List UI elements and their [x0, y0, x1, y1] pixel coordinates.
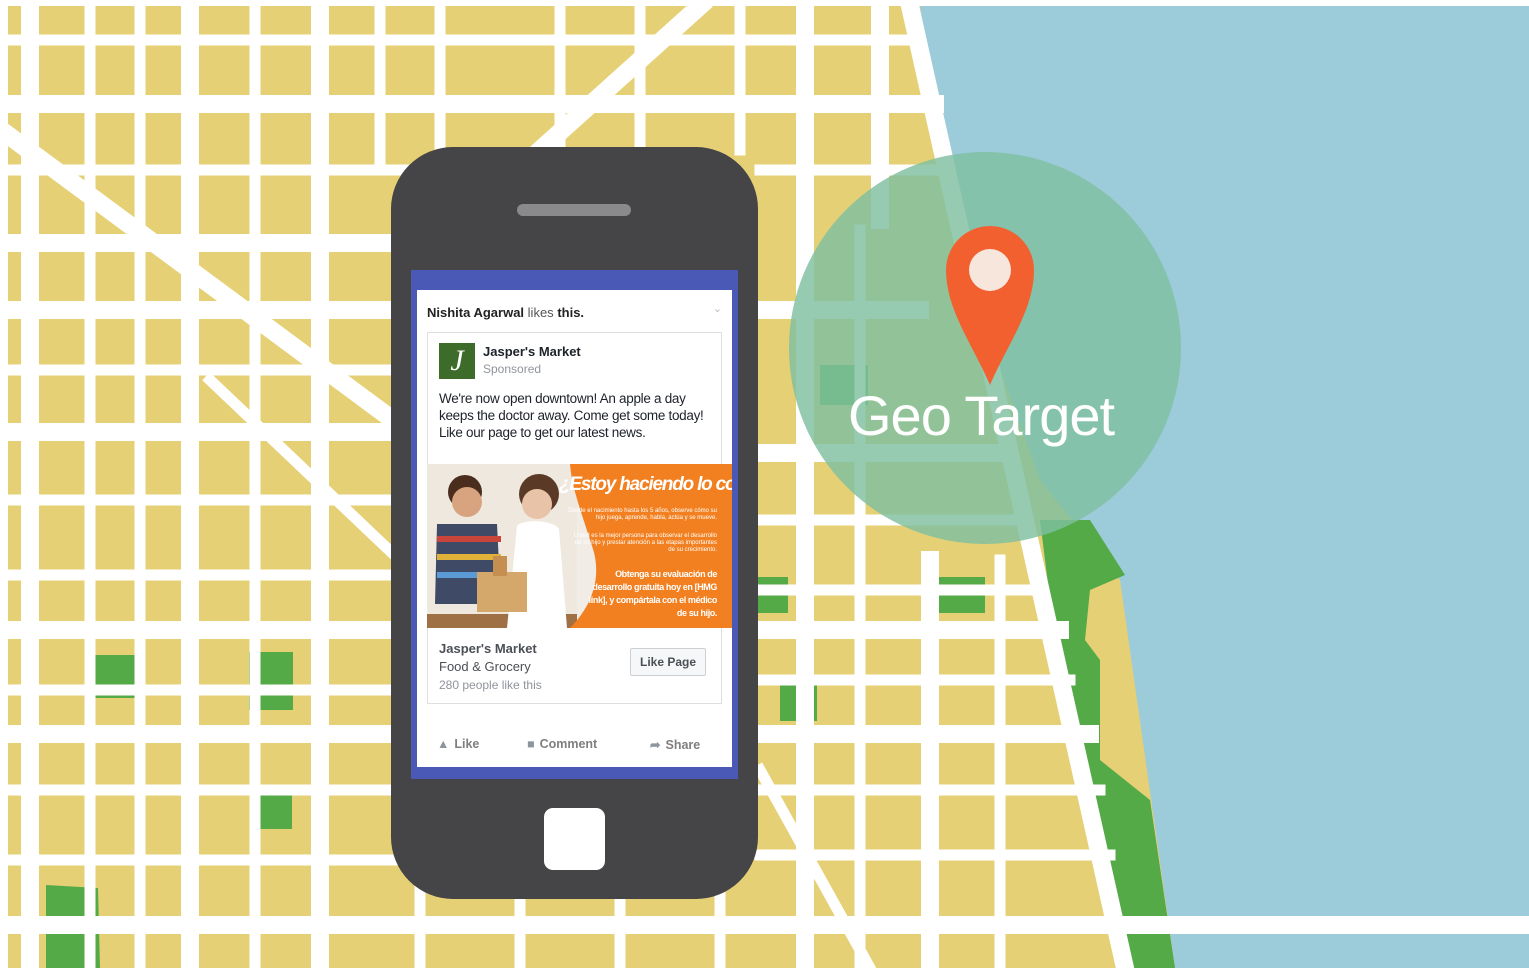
share-icon: ➦ [650, 738, 661, 752]
likes-end: this. [557, 305, 585, 320]
footer-likes-count: 280 people like this [439, 678, 542, 692]
social-context: Nishita Agarwal likes this. [427, 305, 584, 320]
like-label: Like [454, 737, 480, 751]
like-action[interactable]: ▲ Like [437, 737, 479, 751]
like-page-button[interactable]: Like Page [630, 648, 706, 676]
ad-paragraph-1: Desde el nacimiento hasta los 5 años, ob… [568, 508, 717, 521]
phone-speaker [517, 204, 631, 216]
likes-text: likes [527, 305, 554, 320]
chevron-down-icon[interactable]: ⌄ [713, 302, 722, 315]
ad-title: ¿Estoy haciendo lo correcto? [559, 474, 732, 495]
map-scene: Geo Target Nishita Agarwal likes this. ⌄… [0, 0, 1529, 968]
city-map [0, 0, 1529, 968]
footer-page-category: Food & Grocery [439, 659, 531, 674]
share-action[interactable]: ➦ Share [650, 737, 700, 752]
thumbs-up-icon: ▲ [437, 737, 450, 751]
ad-call-to-action: Obtenga su evaluación de desarrollo grat… [588, 569, 718, 618]
page-name[interactable]: Jasper's Market [483, 344, 581, 359]
phone-home-button [544, 808, 605, 870]
liker-name[interactable]: Nishita Agarwal [427, 305, 524, 320]
footer-page-name[interactable]: Jasper's Market [439, 641, 537, 656]
ad-image[interactable]: ¿Estoy haciendo lo correcto? Desde el na… [427, 464, 732, 628]
sponsored-label: Sponsored [483, 362, 542, 376]
page-logo[interactable]: J [439, 343, 475, 379]
comment-icon: ■ [527, 737, 535, 751]
geo-target-label: Geo Target [848, 384, 1115, 447]
post-text: We're now open downtown! An apple a day … [439, 391, 704, 440]
comment-action[interactable]: ■ Comment [527, 737, 597, 751]
share-label: Share [665, 738, 701, 752]
ad-paragraph-2: Usted es la mejor persona para observar … [573, 533, 717, 553]
comment-label: Comment [539, 737, 598, 751]
post-actions: ▲ Like ■ Comment ➦ Share [417, 737, 732, 761]
